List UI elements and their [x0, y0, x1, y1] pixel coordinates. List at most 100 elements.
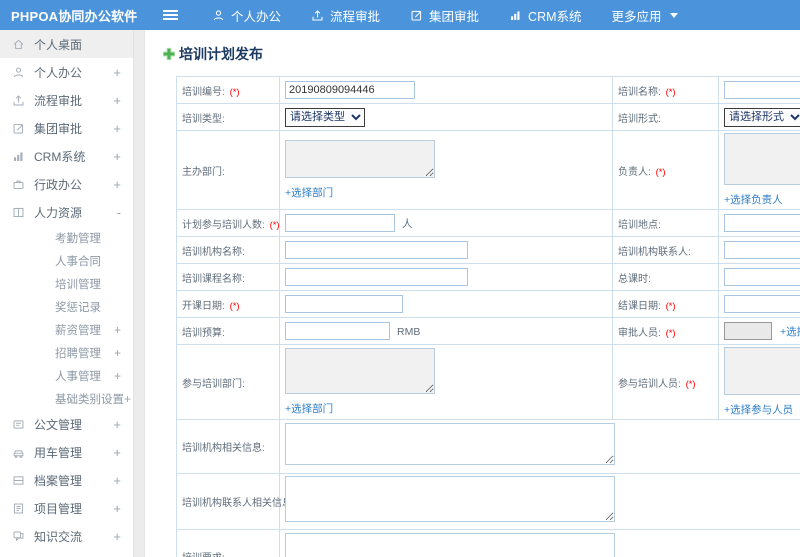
page-title: 培训计划发布 [162, 44, 800, 64]
budget-input[interactable] [285, 321, 390, 340]
org-name-input[interactable] [285, 240, 468, 259]
sidebar-subitem-personnel[interactable]: 人事管理 + [0, 364, 133, 387]
top-nav-more-apps[interactable]: 更多应用 [612, 6, 678, 25]
flow-icon [311, 9, 324, 22]
sidebar-subitem-attendance[interactable]: 考勤管理 [0, 226, 133, 249]
planned-count-input[interactable] [285, 213, 395, 232]
chart-icon [509, 9, 522, 22]
label-host-dept: 主办部门: [176, 130, 280, 210]
book-icon [12, 206, 25, 219]
chat-icon [12, 530, 25, 543]
training-number-input[interactable] [285, 80, 415, 99]
label-org-info: 培训机构相关信息: [176, 419, 280, 474]
training-plan-form: 培训编号: (*) 培训名称: (*) 培训类型: 请选择类型 培训形式: 请选… [176, 76, 800, 557]
sidebar-item-hr[interactable]: 人力资源 - [0, 198, 133, 226]
menu-icon[interactable] [163, 14, 178, 16]
requirements-textarea[interactable] [285, 532, 615, 557]
label-training-type: 培训类型: [176, 103, 280, 131]
location-input[interactable] [724, 213, 800, 232]
label-join-people: 参与培训人员: (*) [612, 344, 719, 420]
sidebar-item-flow-approval[interactable]: 流程审批 + [0, 86, 133, 114]
archive-icon [12, 474, 25, 487]
org-contact-info-textarea[interactable] [285, 476, 615, 522]
briefcase-icon [12, 178, 25, 191]
join-people-textarea[interactable] [724, 347, 800, 395]
total-hours-input[interactable] [724, 267, 800, 286]
select-dept-link[interactable]: +选择部门 [285, 185, 607, 200]
label-training-number: 培训编号: (*) [176, 76, 280, 104]
add-plus-icon [162, 47, 176, 61]
label-end-date: 结课日期: (*) [612, 290, 719, 318]
sidebar-item-projects[interactable]: 项目管理 + [0, 494, 133, 522]
select-join-people-link[interactable]: +选择参与人员 [724, 402, 800, 417]
label-org-name: 培训机构名称: [176, 236, 280, 264]
edit-icon [410, 9, 423, 22]
top-nav: 个人办公 流程审批 集团审批 CRM系统 更多应用 [212, 6, 678, 25]
sidebar-item-knowledge[interactable]: 知识交流 + [0, 522, 133, 550]
sidebar-item-group-approval[interactable]: 集团审批 + [0, 114, 133, 142]
sidebar-item-personal-office[interactable]: 个人办公 + [0, 58, 133, 86]
sidebar-subitem-hr-contract[interactable]: 人事合同 [0, 249, 133, 272]
caret-down-icon [669, 12, 678, 18]
host-dept-textarea[interactable] [285, 140, 435, 178]
sidebar-subitem-salary[interactable]: 薪资管理 + [0, 318, 133, 341]
sidebar-subitem-training[interactable]: 培训管理 [0, 272, 133, 295]
content-panel: 培训计划发布 培训编号: (*) 培训名称: (*) 培训类型: 请选择类型 培… [144, 30, 800, 557]
sidebar-subitem-base-category[interactable]: 基础类别设置 + [0, 387, 133, 410]
sidebar-item-archives[interactable]: 档案管理 + [0, 466, 133, 494]
training-mode-select[interactable]: 请选择形式 [724, 107, 800, 127]
training-type-select[interactable]: 请选择类型 [285, 107, 365, 127]
approver-input[interactable] [724, 321, 772, 340]
sidebar-subitem-recruit[interactable]: 招聘管理 + [0, 341, 133, 364]
top-nav-bar: PHPOA协同办公软件 个人办公 流程审批 集团审批 CRM系统 更多应用 [0, 0, 800, 30]
label-join-dept: 参与培训部门: [176, 344, 280, 420]
label-requirements: 培训要求: [176, 529, 280, 557]
home-icon [12, 38, 25, 51]
label-start-date: 开课日期: (*) [176, 290, 280, 318]
label-training-mode: 培训形式: [612, 103, 719, 131]
label-leader: 负责人: (*) [612, 130, 719, 210]
user-icon [212, 9, 225, 22]
select-join-dept-link[interactable]: +选择部门 [285, 401, 607, 416]
training-name-input[interactable] [724, 80, 800, 99]
end-date-input[interactable] [724, 294, 800, 313]
label-planned-count: 计划参与培训人数: (*) [176, 209, 280, 237]
label-course-name: 培训课程名称: [176, 263, 280, 291]
top-nav-flow-approval[interactable]: 流程审批 [311, 6, 380, 25]
label-org-contact-info: 培训机构联系人相关信息: [176, 473, 295, 530]
course-name-input[interactable] [285, 267, 468, 286]
unit-people: 人 [402, 218, 413, 231]
sidebar-item-crm[interactable]: CRM系统 + [0, 142, 133, 170]
user-icon [12, 66, 25, 79]
label-total-hours: 总课时: [612, 263, 719, 291]
org-contact-input[interactable] [724, 240, 800, 259]
sidebar-item-admin-office[interactable]: 行政办公 + [0, 170, 133, 198]
label-approver: 审批人员: (*) [612, 317, 719, 345]
join-dept-textarea[interactable] [285, 348, 435, 394]
car-icon [12, 446, 25, 459]
app-brand: PHPOA协同办公软件 [11, 8, 138, 24]
label-location: 培训地点: [612, 209, 719, 237]
document-icon [12, 418, 25, 431]
project-icon [12, 502, 25, 515]
top-nav-group-approval[interactable]: 集团审批 [410, 6, 479, 25]
sidebar-subitem-rewards[interactable]: 奖惩记录 [0, 295, 133, 318]
select-approver-link[interactable]: +选择审批人员 [780, 326, 800, 338]
start-date-input[interactable] [285, 294, 403, 313]
sidebar-item-personal-desktop[interactable]: 个人桌面 [0, 30, 133, 58]
label-org-contact: 培训机构联系人: [612, 236, 719, 264]
sidebar-item-vehicle[interactable]: 用车管理 + [0, 438, 133, 466]
leader-textarea[interactable] [724, 133, 800, 185]
chart-icon [12, 150, 25, 163]
sidebar-item-documents[interactable]: 公文管理 + [0, 410, 133, 438]
edit-icon [12, 122, 25, 135]
top-nav-crm[interactable]: CRM系统 [509, 6, 582, 25]
unit-rmb: RMB [397, 326, 421, 339]
org-info-textarea[interactable] [285, 423, 615, 465]
top-nav-personal-office[interactable]: 个人办公 [212, 6, 281, 25]
label-training-name: 培训名称: (*) [612, 76, 719, 104]
flow-icon [12, 94, 25, 107]
sidebar: 个人桌面 个人办公 + 流程审批 + 集团审批 + CRM系统 + 行政办公 +… [0, 30, 134, 557]
label-budget: 培训预算: [176, 317, 280, 345]
select-leader-link[interactable]: +选择负责人 [724, 192, 800, 207]
